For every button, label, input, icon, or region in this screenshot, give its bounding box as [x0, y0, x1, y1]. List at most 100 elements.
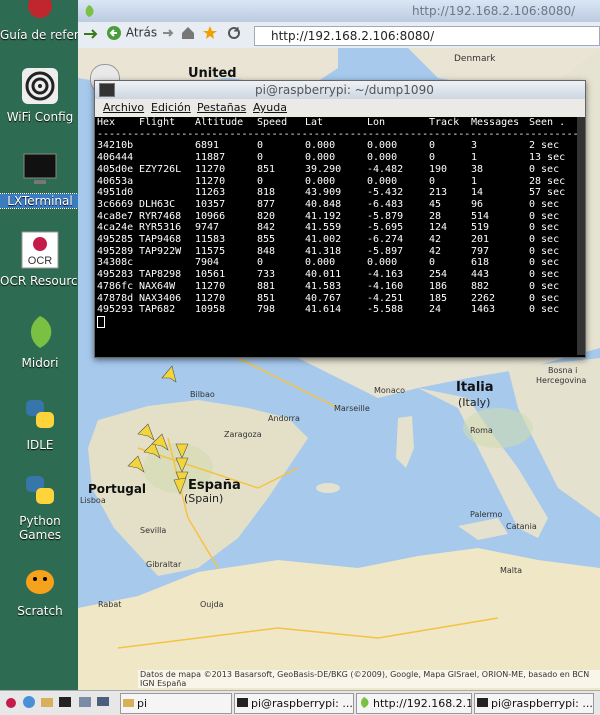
- desktop-icon-midori[interactable]: Midori: [0, 312, 80, 370]
- desktop-switch-icon[interactable]: [78, 695, 92, 709]
- map-label-andorra: Andorra: [268, 414, 300, 423]
- tab-arrow-icon[interactable]: [82, 25, 100, 45]
- reload-button[interactable]: [226, 25, 242, 45]
- cell-messages: 96: [471, 198, 484, 210]
- terminal-cursor: [97, 315, 105, 328]
- midori-leaf-icon: [361, 697, 369, 708]
- cell-track: 254: [429, 269, 448, 281]
- cell-messages: 201: [471, 234, 490, 245]
- task-terminal-1[interactable]: pi@raspberrypi: ...: [234, 693, 354, 714]
- cell-messages: 797: [471, 245, 490, 257]
- desktop-icon-lxterminal[interactable]: LXTerminal: [0, 150, 81, 209]
- terminal-launch-icon[interactable]: [58, 695, 72, 709]
- menu-edicion[interactable]: Edición: [151, 101, 191, 114]
- url-text: http://192.168.2.106:8080/: [271, 29, 435, 43]
- bookmark-icon[interactable]: [202, 25, 218, 45]
- cell-lon: -5.897: [367, 245, 404, 257]
- map-label-rabat: Rabat: [98, 600, 122, 609]
- terminal-scrollbar[interactable]: [577, 117, 585, 355]
- cell-lat: 0.000: [305, 257, 336, 269]
- terminal-titlebar[interactable]: pi@raspberrypi: ~/dump1090: [95, 81, 585, 99]
- desktop-icon-wifi[interactable]: WiFi Config: [0, 66, 80, 124]
- cell-track: 186: [429, 280, 448, 292]
- column-header-lat: Lat: [305, 117, 324, 128]
- menu-archivo[interactable]: Archivo: [103, 101, 144, 114]
- cell-lat: 41.318: [305, 245, 342, 257]
- task-terminal-2[interactable]: pi@raspberrypi: ...: [474, 693, 594, 714]
- screen-icon[interactable]: [96, 695, 110, 709]
- map-label-espana: España: [188, 478, 241, 493]
- cell-speed: 842: [257, 222, 276, 234]
- cell-messages: 38: [471, 163, 484, 175]
- terminal-output[interactable]: Hex Flight Altitude Speed Lat Lon Track Message…: [97, 117, 583, 355]
- cell-track: 24: [429, 304, 442, 316]
- cell-seen: 0 sec: [529, 257, 560, 269]
- ocr-resources-icon: OCR: [20, 230, 60, 270]
- task-browser[interactable]: http://192.168.2.1...: [356, 693, 472, 714]
- cell-hex: 4ca24e: [97, 222, 134, 234]
- map-label-palermo: Palermo: [470, 510, 503, 519]
- desktop-icon-scratch[interactable]: Scratch: [0, 560, 80, 618]
- task-pi[interactable]: pi: [120, 693, 232, 714]
- desktop-icon-python-games[interactable]: Python Games: [0, 470, 80, 542]
- cell-seen: 13 sec: [529, 152, 566, 164]
- cell-track: 0: [429, 257, 436, 269]
- desktop-icon-guia[interactable]: Guía de referencia ...: [0, 0, 80, 42]
- browser-launch-icon[interactable]: [22, 695, 36, 709]
- terminal-menubar: Archivo Edición Pestañas Ayuda: [95, 99, 585, 117]
- cell-track: 124: [429, 222, 448, 234]
- map-label-roma: Roma: [470, 426, 493, 435]
- cell-lat: 39.290: [305, 163, 342, 175]
- desktop-icon-ocr[interactable]: OCR OCR Resources: [0, 230, 80, 288]
- cell-messages: 514: [471, 210, 490, 222]
- map-credits: Datos de mapa ©2013 Basarsoft, GeoBasis-…: [138, 670, 600, 688]
- cell-altitude: 9747: [195, 222, 220, 234]
- cell-hex: 4951d0: [97, 187, 134, 199]
- guia-de-referencia-icon: [20, 0, 60, 24]
- cell-altitude: 7904: [195, 257, 220, 269]
- taskbar: pi pi@raspberrypi: ... http://192.168.2.…: [0, 690, 600, 715]
- home-button[interactable]: [180, 25, 196, 45]
- cell-lon: -5.879: [367, 210, 404, 222]
- map-label-spain: (Spain): [184, 492, 224, 505]
- cell-seen: 28 sec: [529, 175, 566, 187]
- browser-titlebar[interactable]: http://192.168.2.106:8080/: [78, 0, 600, 23]
- map-label-gibraltar: Gibraltar: [146, 560, 182, 569]
- forward-button[interactable]: [160, 25, 176, 45]
- python-games-icon: [20, 470, 60, 510]
- cell-seen: 0 sec: [529, 234, 560, 245]
- cell-altitude: 10966: [195, 210, 226, 222]
- column-header-hex: Hex: [97, 117, 116, 128]
- url-input[interactable]: http://192.168.2.106:8080/: [254, 26, 600, 46]
- cell-lat: 43.909: [305, 187, 342, 199]
- cell-lon: 0.000: [367, 257, 398, 269]
- terminal-title: pi@raspberrypi: ~/dump1090: [255, 83, 434, 97]
- cell-altitude: 11270: [195, 280, 226, 292]
- terminal-window: pi@raspberrypi: ~/dump1090 Archivo Edici…: [94, 80, 586, 358]
- cell-track: 0: [429, 140, 436, 152]
- raspberry-menu-icon[interactable]: [4, 695, 18, 709]
- file-manager-icon[interactable]: [40, 695, 54, 709]
- cell-seen: 0 sec: [529, 304, 560, 316]
- cell-lon: 0.000: [367, 140, 398, 152]
- cell-altitude: 10958: [195, 304, 226, 316]
- cell-lat: 0.000: [305, 152, 336, 164]
- map-label-catania: Catania: [506, 522, 537, 531]
- cell-messages: 1463: [471, 304, 496, 316]
- cell-messages: 519: [471, 222, 490, 234]
- column-header-track: Track: [429, 117, 460, 128]
- cell-lat: 41.192: [305, 210, 342, 222]
- menu-ayuda[interactable]: Ayuda: [253, 101, 287, 114]
- cell-hex: 405d0e: [97, 163, 134, 175]
- back-button[interactable]: Atrás: [106, 25, 157, 45]
- cell-speed: 0: [257, 152, 264, 164]
- map-label-bosna: Bosna i: [548, 366, 578, 375]
- cell-seen: 0 sec: [529, 163, 560, 175]
- cell-messages: 14: [471, 187, 484, 199]
- map-label-malta: Malta: [500, 566, 523, 575]
- menu-pestanas[interactable]: Pestañas: [197, 101, 246, 114]
- cell-track: 45: [429, 198, 442, 210]
- terminal-window-icon: [99, 83, 115, 97]
- desktop-icon-idle[interactable]: IDLE: [0, 394, 80, 452]
- cell-lon: 0.000: [367, 152, 398, 164]
